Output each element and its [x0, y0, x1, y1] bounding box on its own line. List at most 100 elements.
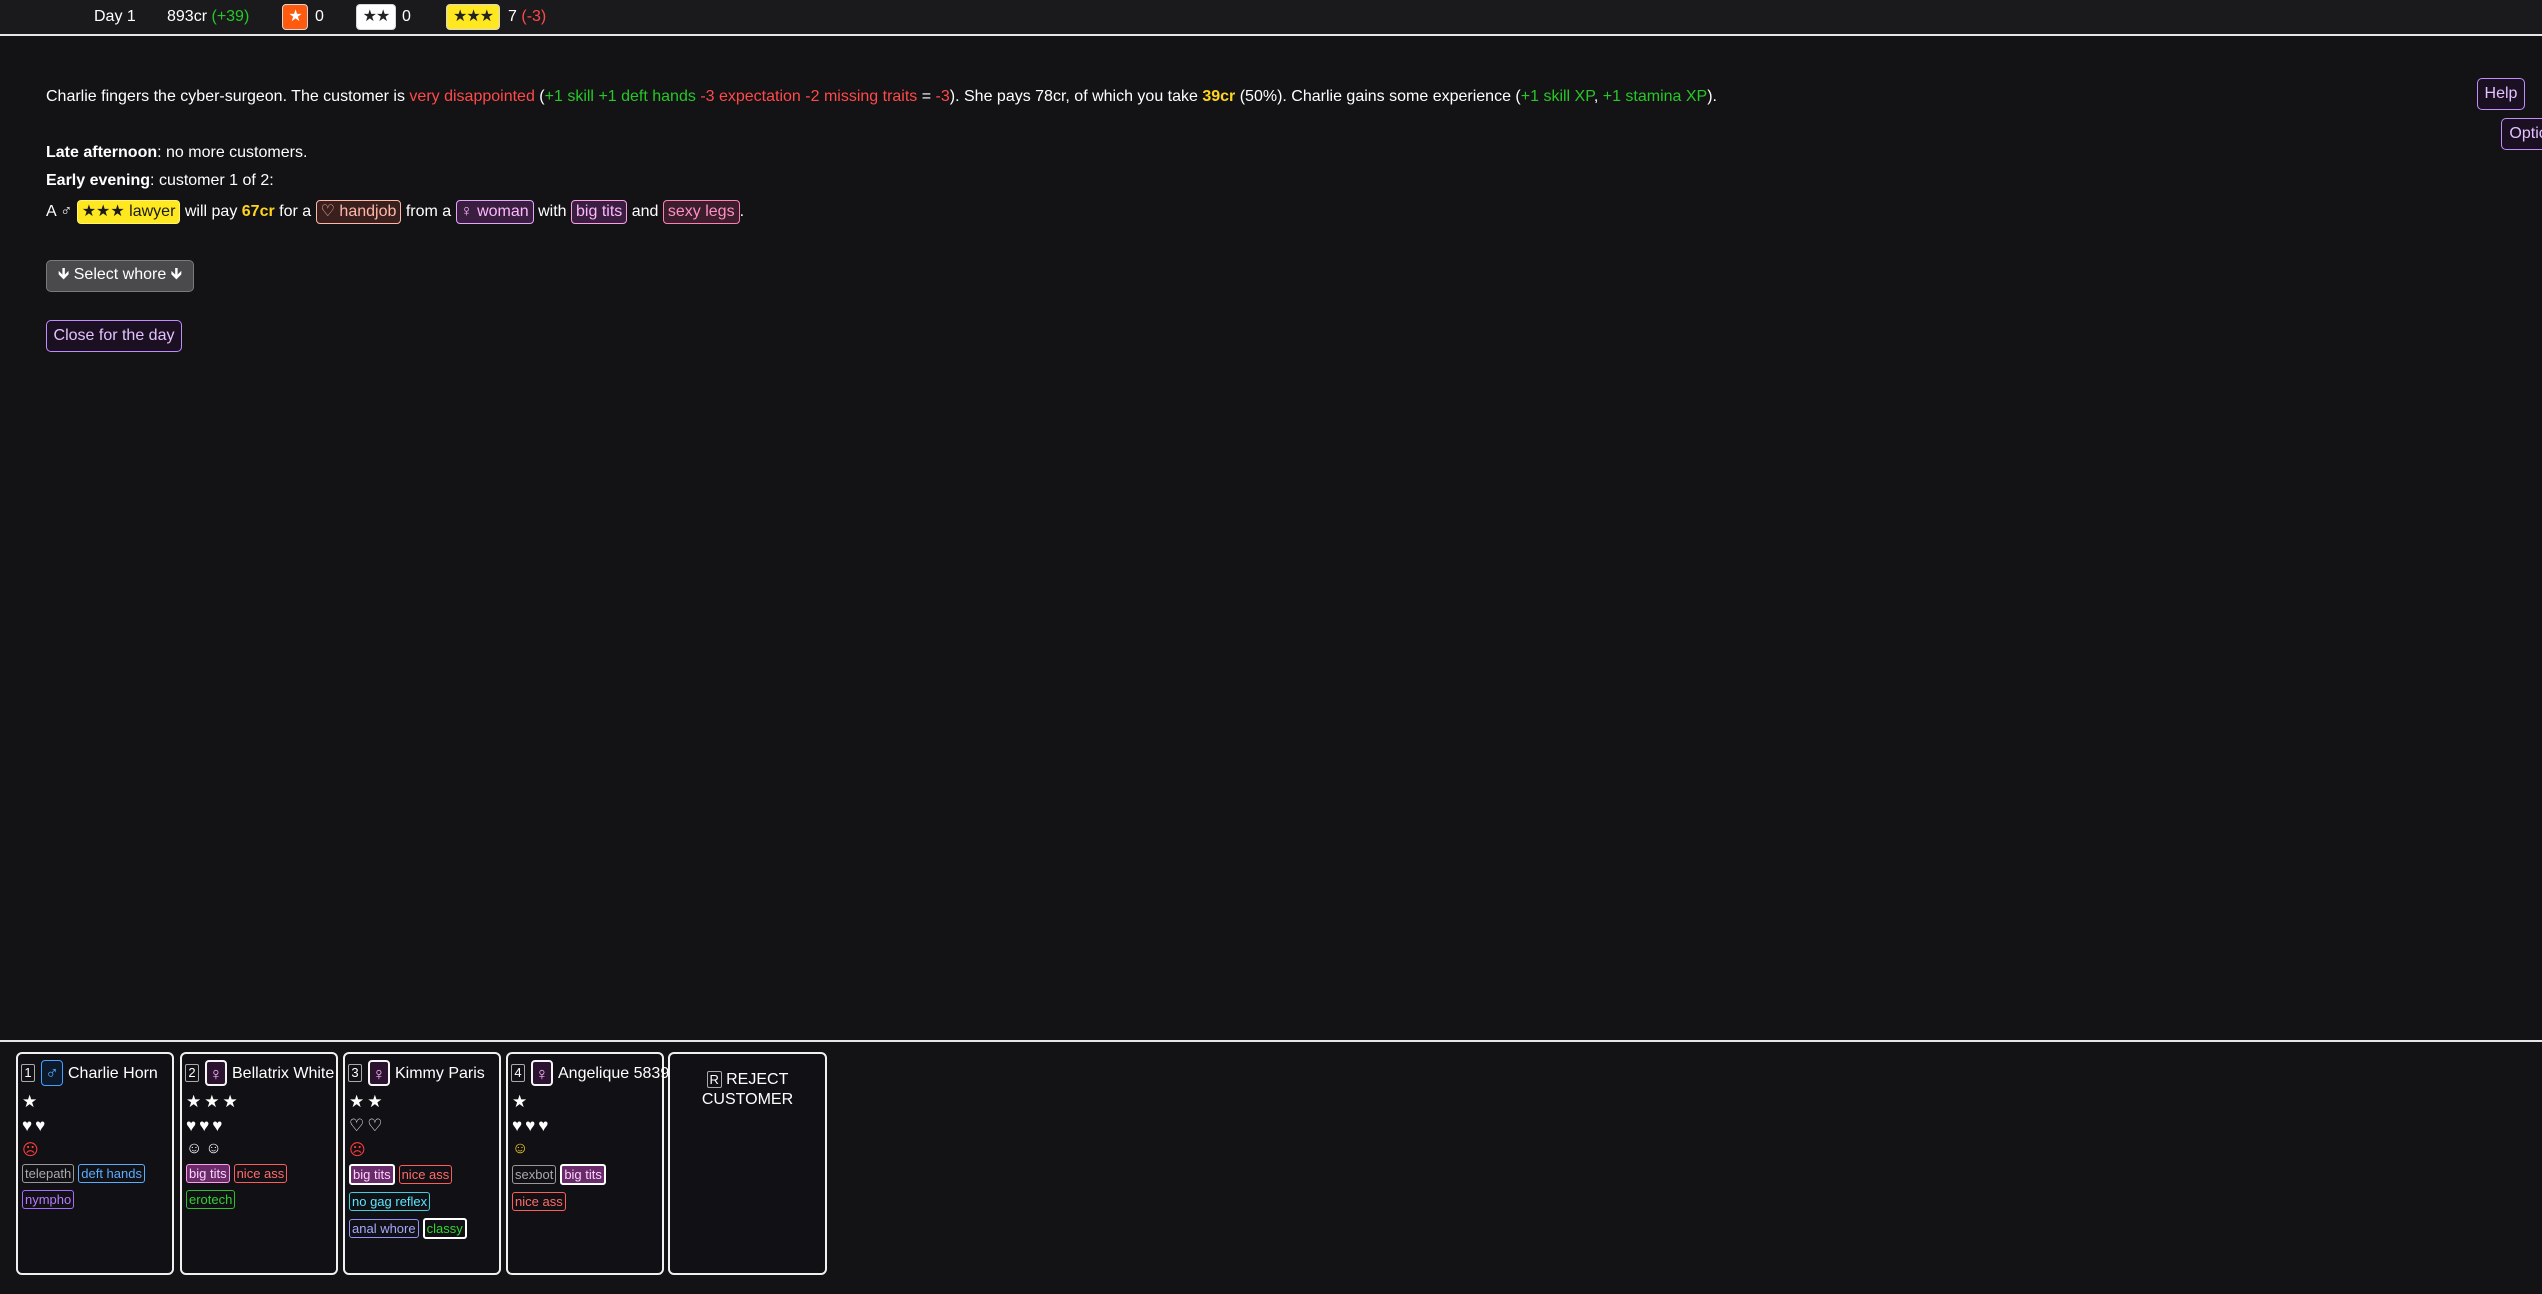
customer-line: A ♂ ★★★ lawyer will pay 67cr for a ♡ han…: [46, 200, 744, 224]
with-text: with: [538, 203, 567, 220]
star-icon: ★★: [349, 1092, 386, 1111]
from-a-text: from a: [405, 203, 452, 220]
trait-sexbot: sexbot: [512, 1165, 557, 1184]
wanted-trait-sexy-legs: sexy legs: [662, 200, 740, 224]
select-whore-button[interactable]: 🡻 Select whore 🡻: [46, 260, 194, 292]
trait-no-gag-reflex: no gag reflex: [349, 1192, 431, 1211]
hotkey-2: 2: [185, 1064, 199, 1082]
result-text: Charlie fingers the cyber-surgeon. The c…: [46, 88, 410, 105]
star-icon: ★★★: [186, 1092, 241, 1111]
service-tag: ♡ handjob: [315, 200, 402, 224]
whore-card-2[interactable]: 2 ♀ Bellatrix White ★★★ ♥♥♥ ☺☺ big tits n…: [180, 1052, 338, 1275]
female-icon: ♀: [205, 1060, 227, 1086]
male-icon: ♂: [41, 1060, 63, 1086]
late-afternoon-text: : no more customers.: [157, 144, 308, 161]
early-evening-label: Early evening: [46, 172, 151, 189]
whore-card-3[interactable]: 3 ♀ Kimmy Paris ★★ ♡♡ ☹ big tits nice ass…: [343, 1052, 501, 1275]
wanted-gender-tag: ♀ woman: [455, 200, 534, 224]
rank2-count: 0: [402, 8, 411, 25]
paren-open: (: [534, 88, 545, 105]
early-evening-line: Early evening: customer 1 of 2:: [46, 172, 274, 190]
customer-price: 67cr: [241, 203, 275, 220]
heart-outline-icon: ♡♡: [349, 1116, 386, 1135]
and-text: and: [631, 203, 659, 220]
reject-label: R REJECT CUSTOMER: [670, 1070, 825, 1110]
trait-anal-whore: anal whore: [349, 1219, 419, 1238]
heart-icon: ♥♥: [22, 1116, 49, 1135]
bonus-deft-hands: +1 deft hands: [598, 88, 696, 105]
hotkey-r: R: [706, 1071, 722, 1089]
whore-name: Bellatrix White: [232, 1065, 335, 1082]
whore-name: Charlie Horn: [68, 1065, 158, 1082]
trait-list: sexbot big tits nice ass: [512, 1164, 662, 1218]
rank2-star-icon: ★★: [356, 4, 396, 30]
sad-face-icon: ☹: [349, 1142, 369, 1159]
hotkey-1: 1: [21, 1064, 35, 1082]
will-pay-text: will pay: [184, 203, 238, 220]
rank3-count: 7 (-3): [508, 8, 546, 26]
reject-line1: REJECT: [726, 1071, 789, 1088]
trait-classy: classy: [422, 1218, 467, 1239]
heart-icon: ♥♥♥: [186, 1116, 226, 1135]
penalty-expectation: -3 expectation: [700, 88, 801, 105]
wanted-trait-big-tits: big tits: [571, 200, 628, 224]
smile-face-icon: ☺: [512, 1140, 532, 1157]
star-icon: ★: [512, 1092, 531, 1111]
customer-type-tag: ★★★ lawyer: [76, 200, 181, 224]
whore-name: Kimmy Paris: [395, 1065, 485, 1082]
reject-line2: CUSTOMER: [701, 1091, 794, 1108]
status-bar: Day 1 893cr (+39) ★ 0 ★★ 0 ★★★ 7 (-3): [0, 0, 2542, 36]
trait-list: telepath deft handsnympho: [22, 1164, 172, 1216]
help-button[interactable]: Help: [2477, 78, 2525, 110]
day-label: Day 1: [94, 8, 136, 25]
credits-value: 893cr: [167, 8, 208, 25]
penalty-missing-traits: -2 missing traits: [805, 88, 918, 105]
rank1-star-icon: ★: [282, 4, 308, 30]
trait-nice-ass: nice ass: [233, 1164, 288, 1183]
xp-text: (50%). Charlie gains some experience (: [1235, 88, 1521, 105]
trait-deft-hands: deft hands: [78, 1164, 145, 1183]
rank3-star-icon: ★★★: [446, 4, 500, 30]
trait-nice-ass: nice ass: [512, 1192, 566, 1211]
whore-name: Angelique 5839: [558, 1065, 670, 1082]
trait-big-tits: big tits: [186, 1164, 230, 1183]
period: .: [739, 203, 745, 220]
female-icon: ♀: [460, 203, 473, 220]
trait-big-tits: big tits: [560, 1164, 606, 1185]
options-button[interactable]: Options: [2501, 118, 2542, 150]
trait-list: big tits nice ass erotech: [186, 1164, 336, 1216]
satisfaction: very disappointed: [409, 88, 535, 105]
take-amount: 39cr: [1202, 88, 1236, 105]
female-icon: ♀: [368, 1060, 390, 1086]
trait-nympho: nympho: [22, 1190, 75, 1209]
paren-close: ).: [1707, 88, 1717, 105]
whore-card-4[interactable]: 4 ♀ Angelique 5839 ★ ♥♥♥ ☺ sexbot big tit…: [506, 1052, 669, 1275]
smile-face-icon: ☺☺: [186, 1140, 225, 1157]
rank3-change: (-3): [521, 8, 547, 25]
whore-card-1[interactable]: 1 ♂ Charlie Horn ★ ♥♥ ☹ telepath deft han…: [16, 1052, 174, 1275]
customer-type: lawyer: [129, 203, 176, 220]
sad-face-icon: ☹: [22, 1142, 42, 1159]
comma: ,: [1593, 88, 1603, 105]
wanted-gender: woman: [477, 203, 529, 220]
equals: =: [917, 88, 936, 105]
late-afternoon-label: Late afternoon: [46, 144, 158, 161]
reject-customer-button[interactable]: R REJECT CUSTOMER: [668, 1052, 827, 1275]
early-evening-text: : customer 1 of 2:: [150, 172, 274, 189]
customer-prefix: A: [46, 203, 61, 220]
divider: [0, 1040, 2542, 1042]
satisfaction-total: -3: [935, 88, 950, 105]
service-name: handjob: [339, 203, 397, 220]
credits-change: (+39): [211, 8, 250, 25]
male-icon: ♂: [60, 203, 73, 220]
credits: 893cr (+39): [167, 8, 249, 26]
hotkey-3: 3: [348, 1064, 362, 1082]
result-line: Charlie fingers the cyber-surgeon. The c…: [46, 88, 1717, 106]
xp-skill: +1 skill XP: [1520, 88, 1594, 105]
trait-big-tits: big tits: [349, 1164, 395, 1185]
payment-text: ). She pays 78cr, of which you take: [949, 88, 1203, 105]
rank1-count: 0: [315, 8, 324, 25]
trait-nice-ass: nice ass: [398, 1165, 453, 1184]
close-for-day-button[interactable]: Close for the day: [46, 320, 182, 352]
star-icon: ★★★: [81, 203, 125, 220]
